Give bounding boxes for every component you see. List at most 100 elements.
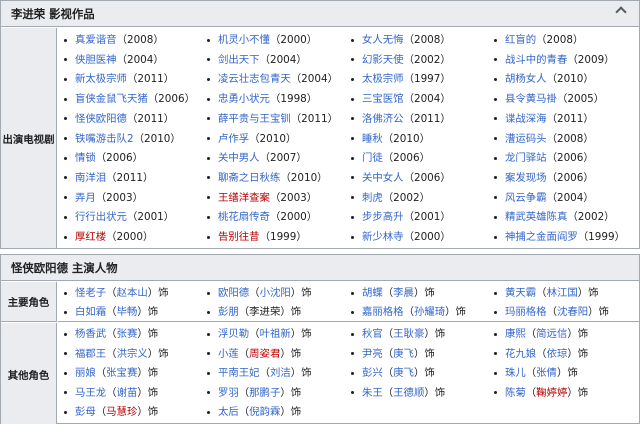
tv-series-link[interactable]: 战斗中的青春 xyxy=(505,52,567,68)
actor-link[interactable]: 张倩 xyxy=(536,365,557,381)
actor-link[interactable]: 赵本山 xyxy=(117,285,148,301)
actor-link[interactable]: 依琼 xyxy=(547,346,568,362)
role-link[interactable]: 白如霜 xyxy=(75,304,106,320)
role-link[interactable]: 福郡王 xyxy=(75,346,106,362)
tv-series-link[interactable]: 铁嘴游击队2 xyxy=(75,131,134,147)
tv-series-link[interactable]: 南洋泪 xyxy=(75,170,106,186)
tv-series-link[interactable]: 关中女人 xyxy=(362,170,404,186)
actor-link[interactable]: 毕畅 xyxy=(117,304,138,320)
tv-series-link[interactable]: 侠胆医神 xyxy=(75,52,117,68)
actor-link[interactable]: 鞠婷婷 xyxy=(536,385,567,401)
actor-link[interactable]: 庚飞 xyxy=(393,365,414,381)
role-link[interactable]: 彭母 xyxy=(75,404,96,420)
actor-link[interactable]: 马慧珍 xyxy=(106,404,137,420)
tv-series-link[interactable]: 行行出状元 xyxy=(75,209,127,225)
actor-link[interactable]: 简远信 xyxy=(536,326,567,342)
role-link[interactable]: 丽娘 xyxy=(75,365,96,381)
role-suffix: 饰 xyxy=(577,347,589,360)
tv-series-link[interactable]: 步步高升 xyxy=(362,209,404,225)
tv-series-link[interactable]: 聊斋之日秋练 xyxy=(218,170,280,186)
actor-link[interactable]: 王耿豪 xyxy=(393,326,424,342)
tv-series-link[interactable]: 王缮洋查案 xyxy=(218,190,270,206)
role-link[interactable]: 小莲 xyxy=(218,346,239,362)
role-link[interactable]: 尹亮 xyxy=(362,346,383,362)
role-link[interactable]: 彭兴 xyxy=(362,365,383,381)
actor-link[interactable]: 小沈阳 xyxy=(260,285,291,301)
tv-series-link[interactable]: 刺虎 xyxy=(362,190,383,206)
tv-series-link[interactable]: 女人无悔 xyxy=(362,32,404,48)
tv-series-link[interactable]: 新太极宗师 xyxy=(75,71,127,87)
tv-series-link[interactable]: 案发现场 xyxy=(505,170,547,186)
role-link[interactable]: 朱王 xyxy=(362,385,383,401)
tv-series-link[interactable]: 机灵小不懂 xyxy=(218,32,270,48)
actor-link[interactable]: 倪韵霖 xyxy=(249,404,280,420)
tv-series-link[interactable]: 新少林寺 xyxy=(362,229,404,245)
role-link[interactable]: 浮贝勒 xyxy=(218,326,249,342)
tv-series-link[interactable]: 睡秋 xyxy=(362,131,383,147)
tv-series-link[interactable]: 怪侠欧阳德 xyxy=(75,111,127,127)
role-link[interactable]: 欧阳德 xyxy=(218,285,249,301)
tv-series-link[interactable]: 红盲的 xyxy=(505,32,536,48)
cast-item: 怪老子（赵本山）饰 xyxy=(64,285,169,301)
tv-series-link[interactable]: 情锁 xyxy=(75,150,96,166)
role-link[interactable]: 康熙 xyxy=(505,326,526,342)
tv-series-link[interactable]: 风云争霸 xyxy=(505,190,547,206)
role-link[interactable]: 胡蝶 xyxy=(362,285,383,301)
tv-series-link[interactable]: 门徒 xyxy=(362,150,383,166)
tv-series-link[interactable]: 忠勇小状元 xyxy=(218,91,270,107)
tv-series-link[interactable]: 凌云壮志包青天 xyxy=(218,71,291,87)
tv-series-link[interactable]: 真爱谐音 xyxy=(75,32,117,48)
actor-link[interactable]: 刘洁 xyxy=(270,365,291,381)
role-link[interactable]: 珠儿 xyxy=(505,365,526,381)
tv-series-link[interactable]: 龙门驿站 xyxy=(505,150,547,166)
tv-series-link[interactable]: 告别往昔 xyxy=(218,229,260,245)
role-link[interactable]: 玛丽格格 xyxy=(505,304,547,320)
tv-series-link[interactable]: 谍战深海 xyxy=(505,111,547,127)
role-link[interactable]: 陈菊 xyxy=(505,385,526,401)
actor-link[interactable]: 周姿君 xyxy=(249,346,280,362)
actor-link[interactable]: 叶祖新 xyxy=(260,326,291,342)
tv-series-link[interactable]: 弄月 xyxy=(75,190,96,206)
role-link[interactable]: 平南王妃 xyxy=(218,365,260,381)
tv-series-link[interactable]: 精武英雄陈真 xyxy=(505,209,567,225)
tv-series-link[interactable]: 县令黄马褂 xyxy=(505,91,557,107)
actor-link[interactable]: 那鹏子 xyxy=(249,385,280,401)
role-link[interactable]: 彭朋 xyxy=(218,304,239,320)
cast-item: 彭朋（李进荣）饰 xyxy=(207,304,301,320)
role-link[interactable]: 太后 xyxy=(218,404,239,420)
actor-link[interactable]: 谢苗 xyxy=(117,385,138,401)
role-link[interactable]: 秋官 xyxy=(362,326,383,342)
tv-series-link[interactable]: 漕运码头 xyxy=(505,131,547,147)
tv-series-link[interactable]: 盲侠金鼠飞天猪 xyxy=(75,91,148,107)
tv-series-link[interactable]: 神捕之金面阎罗 xyxy=(505,229,578,245)
role-link[interactable]: 马王龙 xyxy=(75,385,106,401)
role-link[interactable]: 杨香武 xyxy=(75,326,106,342)
actor-link[interactable]: 王德顺 xyxy=(393,385,424,401)
actor-link[interactable]: 洪宗义 xyxy=(117,346,148,362)
actor-link[interactable]: 林江国 xyxy=(547,285,578,301)
tv-series-link[interactable]: 剑出天下 xyxy=(218,52,260,68)
actor-link[interactable]: 张宝赛 xyxy=(106,365,137,381)
actor-link[interactable]: 庚飞 xyxy=(393,346,414,362)
role-link[interactable]: 罗羽 xyxy=(218,385,239,401)
row-label-main-roles: 主要角色 xyxy=(1,282,57,322)
tv-series-link[interactable]: 三宝医馆 xyxy=(362,91,404,107)
tv-series-link[interactable]: 桃花扇传奇 xyxy=(218,209,270,225)
tv-series-link[interactable]: 胡杨女人 xyxy=(505,71,547,87)
role-link[interactable]: 黄天霸 xyxy=(505,285,536,301)
actor-link[interactable]: 沈春阳 xyxy=(557,304,588,320)
actor-link[interactable]: 张赛 xyxy=(117,326,138,342)
tv-series-link[interactable]: 厚红楼 xyxy=(75,229,106,245)
collapse-caret-icon[interactable] xyxy=(615,6,627,18)
tv-series-link[interactable]: 幻影天使 xyxy=(362,52,404,68)
actor-link[interactable]: 李晨 xyxy=(393,285,414,301)
tv-series-link[interactable]: 洛佛济公 xyxy=(362,111,404,127)
tv-series-link[interactable]: 薛平贵与王宝钏 xyxy=(218,111,291,127)
actor-link[interactable]: 孙耀琦 xyxy=(414,304,445,320)
tv-series-link[interactable]: 卢作孚 xyxy=(218,131,249,147)
role-link[interactable]: 怪老子 xyxy=(75,285,106,301)
role-link[interactable]: 嘉丽格格 xyxy=(362,304,404,320)
tv-series-link[interactable]: 关中男人 xyxy=(218,150,260,166)
role-link[interactable]: 花九娘 xyxy=(505,346,536,362)
tv-series-link[interactable]: 太极宗师 xyxy=(362,71,404,87)
